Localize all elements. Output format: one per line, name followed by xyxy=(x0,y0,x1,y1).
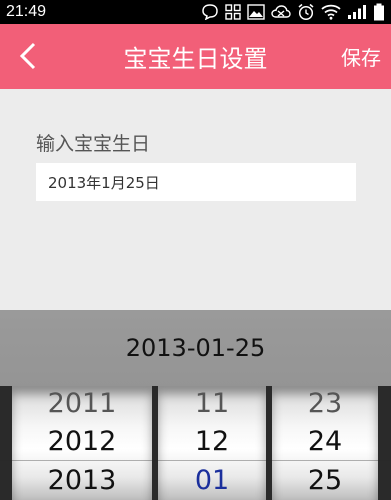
month-item[interactable]: 12 xyxy=(158,424,266,460)
selection-band xyxy=(0,460,391,499)
year-item[interactable]: 2012 xyxy=(12,424,152,460)
picker-date-title: 2013-01-25 xyxy=(125,334,266,362)
chat-bubble-icon xyxy=(202,4,218,20)
birthday-form: 输入宝宝生日 xyxy=(0,89,391,310)
day-item[interactable]: 23 xyxy=(272,386,378,422)
cloud-off-icon xyxy=(271,5,291,18)
status-time: 21:49 xyxy=(6,3,47,20)
alarm-icon xyxy=(298,3,314,21)
status-icons xyxy=(201,3,385,21)
image-icon xyxy=(247,4,265,20)
birthday-date-input[interactable] xyxy=(36,163,356,201)
month-item[interactable]: 11 xyxy=(158,386,266,422)
day-item[interactable]: 24 xyxy=(272,424,378,460)
status-bar: 21:49 xyxy=(0,0,391,24)
year-item[interactable]: 2011 xyxy=(12,386,152,422)
signal-icon xyxy=(348,5,366,19)
grid-icon xyxy=(225,4,241,20)
battery-icon xyxy=(374,3,384,21)
wifi-icon xyxy=(321,4,341,20)
app-header: 宝宝生日设置 保存 xyxy=(0,24,391,89)
page-title: 宝宝生日设置 xyxy=(123,45,268,73)
birthday-field-label: 输入宝宝生日 xyxy=(36,133,151,155)
save-button[interactable]: 保存 xyxy=(341,24,381,89)
date-picker-panel: 2013-01-25 2011 2012 2013 11 12 01 23 24… xyxy=(0,310,391,500)
